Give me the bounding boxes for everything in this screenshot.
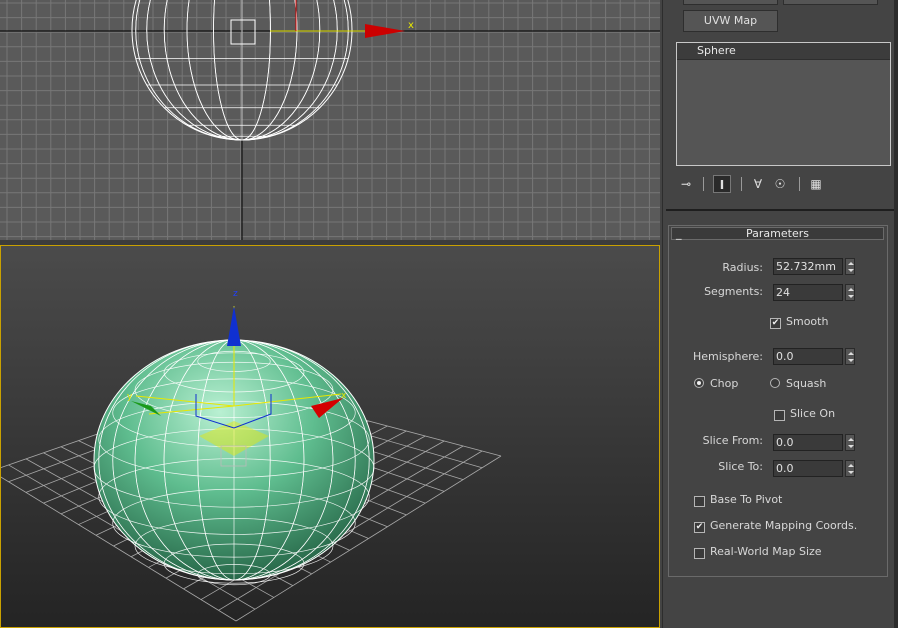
modifier-button-top-left[interactable] [683,0,778,5]
hemisphere-spinner[interactable] [845,348,855,365]
panel-divider [666,209,894,211]
slice-on-label: Slice On [790,407,836,420]
smooth-checkbox[interactable]: ✔ [770,318,781,329]
segments-label: Segments: [704,285,763,298]
panel-scrollbar[interactable] [894,0,898,628]
slice-from-spinner[interactable] [845,434,855,451]
modifier-stack[interactable]: Sphere [676,42,891,166]
pin-stack-icon[interactable]: ⊸ [677,175,695,193]
top-axis-x-label: x [408,20,414,31]
stack-item-sphere[interactable]: Sphere [677,43,890,60]
show-end-result-icon[interactable]: I [713,175,731,193]
top-grid [0,0,660,240]
base-to-pivot-checkbox[interactable] [694,496,705,507]
radius-label: Radius: [722,261,763,274]
stack-toolbar: ⊸ I ∀ ☉ ▦ [677,175,857,195]
slice-to-field[interactable]: 0.0 [773,460,843,477]
parameters-rollout-header[interactable]: _ Parameters [671,227,884,240]
generate-mapping-label: Generate Mapping Coords. [710,519,858,532]
configure-sets-icon[interactable]: ▦ [807,175,825,193]
slice-to-spinner[interactable] [845,460,855,477]
slice-from-label: Slice From: [702,434,763,447]
segments-spinner[interactable] [845,284,855,301]
radius-spinner[interactable] [845,258,855,275]
command-panel: UVW Map Sphere ⊸ I ∀ ☉ ▦ _ Parameters Ra… [662,0,898,628]
hemisphere-label: Hemisphere: [692,350,763,363]
persp-axis-y-label: y [127,392,133,402]
perspective-viewport-canvas[interactable]: z y x [1,246,660,628]
segments-field[interactable]: 24 [773,284,843,301]
rollout-title: Parameters [746,227,809,240]
parameters-rollout: _ Parameters Radius: 52.732mm Segments: … [668,225,888,577]
radius-field[interactable]: 52.732mm [773,258,843,275]
top-x-axis-arrow-icon [365,24,405,38]
persp-axis-x-label: x [341,391,347,401]
persp-axis-z-label: z [233,289,238,299]
modifier-button-top-right[interactable] [783,0,878,5]
squash-radio[interactable] [770,378,780,388]
real-world-map-size-label: Real-World Map Size [710,545,822,558]
squash-label: Squash [786,377,827,390]
chop-label: Chop [710,377,739,390]
smooth-label: Smooth [786,315,829,328]
make-unique-icon[interactable]: ∀ [749,175,767,193]
uvw-map-button[interactable]: UVW Map [683,10,778,32]
remove-modifier-icon[interactable]: ☉ [771,175,789,193]
slice-on-checkbox[interactable] [774,410,785,421]
base-to-pivot-label: Base To Pivot [710,493,783,506]
real-world-map-size-checkbox[interactable] [694,548,705,559]
slice-from-field[interactable]: 0.0 [773,434,843,451]
perspective-viewport[interactable]: z y x [0,245,660,628]
hemisphere-field[interactable]: 0.0 [773,348,843,365]
slice-to-label: Slice To: [718,460,763,473]
generate-mapping-checkbox[interactable]: ✔ [694,522,705,533]
chop-radio[interactable] [694,378,704,388]
top-viewport[interactable]: x [0,0,660,240]
top-sphere-wireframe [131,0,353,141]
collapse-icon[interactable]: _ [676,228,682,239]
top-viewport-canvas[interactable]: x [0,0,660,240]
